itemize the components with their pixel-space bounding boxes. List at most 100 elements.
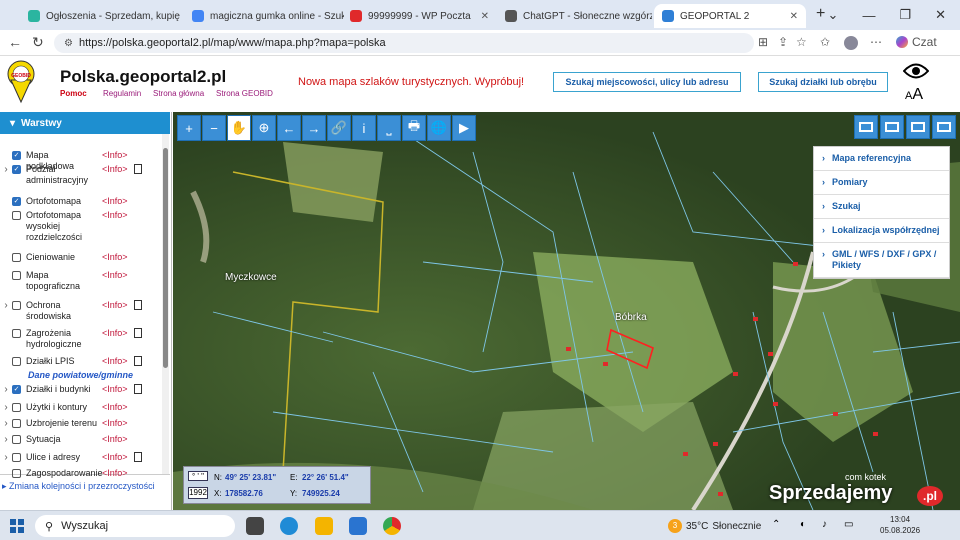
globe-tool-icon[interactable]: 🌐 bbox=[427, 115, 451, 141]
menu-reference-map[interactable]: Mapa referencyjna bbox=[814, 147, 949, 171]
layer-info-link[interactable]: <Info> bbox=[102, 468, 128, 479]
pan-tool-icon[interactable]: ✋ bbox=[227, 115, 251, 141]
expand-chevron-icon[interactable]: › bbox=[0, 418, 12, 429]
layer-row-b5[interactable]: Zagospodarowanie <Info> bbox=[0, 468, 162, 479]
legend-doc-icon[interactable] bbox=[133, 384, 142, 394]
edge-icon[interactable] bbox=[280, 517, 298, 535]
forward-tool-icon[interactable]: → bbox=[302, 115, 326, 141]
layer-row-a3[interactable]: Ortofotomapa wysokiej rozdzielczości <Inf… bbox=[0, 210, 162, 243]
legend-doc-icon[interactable] bbox=[133, 328, 142, 338]
layer-info-link[interactable]: <Info> bbox=[102, 300, 128, 311]
search-address-button[interactable]: Szukaj miejscowości, ulicy lub adresu bbox=[553, 72, 741, 92]
layer-checkbox[interactable] bbox=[12, 211, 21, 220]
layer-info-link[interactable]: <Info> bbox=[102, 418, 128, 429]
layer-info-link[interactable]: <Info> bbox=[102, 452, 128, 463]
layer-checkbox[interactable]: ✓ bbox=[12, 197, 21, 206]
bookmark-star-icon[interactable]: ☆ bbox=[796, 35, 807, 49]
layer-info-link[interactable]: <Info> bbox=[102, 384, 128, 395]
legend-doc-icon[interactable] bbox=[133, 356, 142, 366]
reload-icon[interactable]: ↻ bbox=[32, 34, 44, 51]
layer-checkbox[interactable] bbox=[12, 301, 21, 310]
expand-chevron-icon[interactable]: › bbox=[0, 402, 12, 413]
url-field[interactable]: ⚙ https://polska.geoportal2.pl/map/www/m… bbox=[54, 33, 754, 53]
camera-tool-icon[interactable]: ▶ bbox=[452, 115, 476, 141]
layer-row-b0[interactable]: › ✓ Działki i budynki <Info> bbox=[0, 384, 162, 395]
layer-row-a7[interactable]: Zagrożenia hydrologiczne <Info> bbox=[0, 328, 162, 350]
layer-row-b3[interactable]: › Sytuacja <Info> bbox=[0, 434, 162, 445]
back-tool-icon[interactable]: ← bbox=[277, 115, 301, 141]
tab-poczta[interactable]: 99999999 - WP Poczta ✕ bbox=[342, 4, 497, 28]
expand-chevron-icon[interactable]: › bbox=[0, 434, 12, 445]
layout-right-icon[interactable] bbox=[932, 115, 956, 139]
layers-panel-header[interactable]: ▾ Warstwy bbox=[0, 112, 170, 134]
layout-top-icon[interactable] bbox=[854, 115, 878, 139]
layer-row-b4[interactable]: › Ulice i adresy <Info> bbox=[0, 452, 162, 463]
windows-start-icon[interactable] bbox=[10, 519, 24, 533]
layer-checkbox[interactable]: ✓ bbox=[12, 151, 21, 160]
font-size-toggle[interactable]: AA bbox=[905, 86, 923, 104]
tray-chevron-icon[interactable]: ⌃ bbox=[772, 519, 780, 530]
promo-link[interactable]: Nowa mapa szlaków turystycznych. Wypróbu… bbox=[298, 76, 524, 88]
store-icon[interactable] bbox=[349, 517, 367, 535]
weather-widget[interactable]: 3 35°C Słonecznie bbox=[668, 519, 761, 533]
home-link[interactable]: Strona główna bbox=[153, 89, 204, 98]
tab-ogloszenia[interactable]: Ogłoszenia - Sprzedam, kupię ✕ bbox=[20, 4, 180, 28]
system-clock[interactable]: 13:04 05.08.2026 bbox=[880, 514, 920, 536]
chat-button[interactable]: Czat bbox=[896, 35, 937, 49]
menu-search[interactable]: Szukaj bbox=[814, 195, 949, 219]
terms-link[interactable]: Regulamin bbox=[103, 89, 141, 98]
site-title[interactable]: Polska.geoportal2.pl bbox=[60, 67, 226, 87]
layer-info-link[interactable]: <Info> bbox=[102, 150, 128, 161]
chrome-icon[interactable] bbox=[383, 517, 401, 535]
layout-left-icon[interactable] bbox=[880, 115, 904, 139]
translate-icon[interactable]: ⊞ bbox=[758, 35, 768, 49]
layer-checkbox[interactable] bbox=[12, 403, 21, 412]
layer-info-link[interactable]: <Info> bbox=[102, 328, 128, 339]
geobid-link[interactable]: Strona GEOBID bbox=[216, 89, 273, 98]
profile-avatar[interactable] bbox=[844, 36, 858, 50]
favorites-icon[interactable]: ✩ bbox=[820, 35, 830, 49]
layout-arrow-icon[interactable] bbox=[906, 115, 930, 139]
coordinate-system-select[interactable]: 1992 bbox=[188, 487, 208, 499]
legend-doc-icon[interactable] bbox=[133, 300, 142, 310]
layer-checkbox[interactable] bbox=[12, 329, 21, 338]
geobid-logo[interactable] bbox=[7, 60, 35, 104]
layer-checkbox[interactable] bbox=[12, 453, 21, 462]
layer-row-a5[interactable]: Mapa topograficzna <Info> bbox=[0, 270, 162, 292]
zoom-in-tool-icon[interactable]: + bbox=[177, 115, 201, 141]
layer-info-link[interactable]: <Info> bbox=[102, 196, 128, 207]
zoom-out-tool-icon[interactable]: − bbox=[202, 115, 226, 141]
site-info-icon[interactable]: ⚙ bbox=[64, 38, 73, 49]
menu-measure[interactable]: Pomiary bbox=[814, 171, 949, 195]
info-tool-icon[interactable]: i bbox=[352, 115, 376, 141]
layer-info-link[interactable]: <Info> bbox=[102, 164, 128, 175]
layer-checkbox[interactable] bbox=[12, 253, 21, 262]
volume-icon[interactable]: ♪ bbox=[822, 519, 827, 530]
legend-doc-icon[interactable] bbox=[133, 452, 142, 462]
layer-checkbox[interactable]: ✓ bbox=[12, 385, 21, 394]
layer-checkbox[interactable] bbox=[12, 435, 21, 444]
print-tool-icon[interactable]: 🖶 bbox=[402, 115, 426, 141]
layer-row-b2[interactable]: › Uzbrojenie terenu <Info> bbox=[0, 418, 162, 429]
expand-chevron-icon[interactable]: › bbox=[0, 452, 12, 463]
layer-row-a8[interactable]: Działki LPIS <Info> bbox=[0, 356, 162, 367]
menu-coordinate-location[interactable]: Lokalizacja współrzędnej bbox=[814, 219, 949, 243]
taskbar-search[interactable]: ⚲ Wyszukaj bbox=[35, 515, 235, 537]
battery-icon[interactable]: ▭ bbox=[844, 519, 853, 530]
new-tab-button[interactable]: + bbox=[816, 5, 825, 23]
layer-info-link[interactable]: <Info> bbox=[102, 434, 128, 445]
task-view-icon[interactable] bbox=[246, 517, 264, 535]
layer-row-a2[interactable]: ✓ Ortofotomapa <Info> bbox=[0, 196, 162, 207]
layer-order-link[interactable]: ▸ Zmiana kolejności i przezroczystości bbox=[0, 474, 170, 510]
expand-chevron-icon[interactable]: › bbox=[0, 300, 12, 311]
search-plot-button[interactable]: Szukaj działki lub obrębu bbox=[758, 72, 888, 92]
layer-row-a1[interactable]: › ✓ Podział administracyjny <Info> bbox=[0, 164, 162, 186]
layer-info-link[interactable]: <Info> bbox=[102, 270, 128, 281]
layer-checkbox[interactable] bbox=[12, 271, 21, 280]
tab-chatgpt[interactable]: ChatGPT - Słoneczne wzgórza ✕ bbox=[497, 4, 652, 28]
tab-geoportal[interactable]: GEOPORTAL 2 ✕ bbox=[654, 4, 806, 28]
layer-info-link[interactable]: <Info> bbox=[102, 210, 128, 221]
layer-checkbox[interactable] bbox=[12, 357, 21, 366]
measure-tool-icon[interactable]: ⎵ bbox=[377, 115, 401, 141]
layer-row-a6[interactable]: › Ochrona środowiska <Info> bbox=[0, 300, 162, 322]
